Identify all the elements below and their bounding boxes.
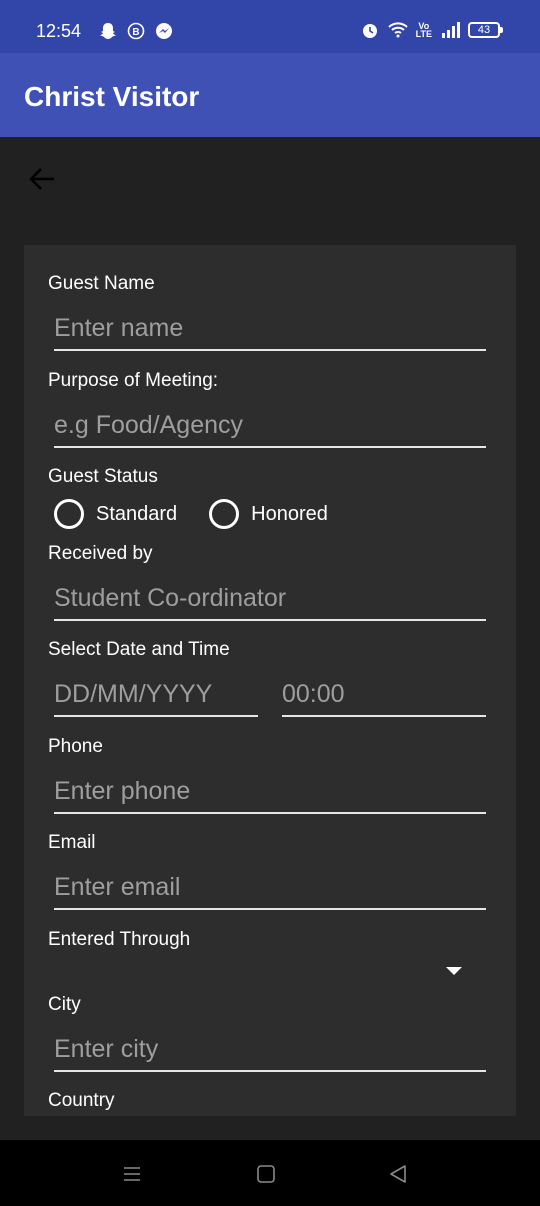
purpose-field[interactable] bbox=[54, 404, 486, 448]
time-input[interactable] bbox=[282, 673, 486, 715]
entered-through-dropdown[interactable] bbox=[54, 953, 486, 989]
back-nav-button[interactable] bbox=[384, 1160, 412, 1188]
purpose-input[interactable] bbox=[54, 404, 486, 446]
svg-text:B: B bbox=[132, 27, 139, 38]
back-button[interactable] bbox=[26, 163, 58, 195]
home-square-icon bbox=[257, 1165, 275, 1183]
main-content: Guest Name Purpose of Meeting: Guest Sta… bbox=[0, 137, 540, 1140]
purpose-label: Purpose of Meeting: bbox=[48, 370, 219, 391]
status-bar: 12:54 B Vo LTE 43 bbox=[0, 0, 540, 53]
received-by-input[interactable] bbox=[54, 577, 486, 619]
time-field[interactable] bbox=[282, 673, 486, 717]
back-triangle-icon bbox=[390, 1165, 406, 1183]
signal-icon bbox=[442, 22, 460, 38]
entered-through-label: Entered Through bbox=[48, 929, 191, 950]
date-field[interactable] bbox=[54, 673, 258, 717]
wifi-icon bbox=[387, 22, 408, 38]
app-bar: Christ Visitor bbox=[0, 53, 540, 137]
email-input[interactable] bbox=[54, 866, 486, 908]
city-label: City bbox=[48, 994, 81, 1015]
date-time-label: Select Date and Time bbox=[48, 639, 230, 660]
recents-button[interactable] bbox=[118, 1160, 146, 1188]
city-input[interactable] bbox=[54, 1028, 486, 1070]
system-icons: Vo LTE 43 bbox=[360, 20, 503, 40]
radio-circle-icon bbox=[209, 499, 240, 529]
b-badge-icon: B bbox=[127, 22, 145, 40]
radio-standard[interactable]: Standard bbox=[54, 499, 177, 529]
app-title: Christ Visitor bbox=[24, 81, 200, 112]
arrow-left-icon bbox=[29, 168, 54, 190]
date-input[interactable] bbox=[54, 673, 258, 715]
received-by-label: Received by bbox=[48, 543, 153, 564]
battery-icon: 43 bbox=[468, 22, 503, 38]
radio-circle-icon bbox=[54, 499, 84, 529]
guest-status-label: Guest Status bbox=[48, 466, 158, 487]
messenger-icon bbox=[156, 23, 172, 39]
guest-name-input[interactable] bbox=[54, 307, 486, 349]
city-field[interactable] bbox=[54, 1028, 486, 1072]
guest-name-label: Guest Name bbox=[48, 273, 155, 294]
phone-field[interactable] bbox=[54, 770, 486, 814]
radio-honored-label: Honored bbox=[251, 502, 328, 525]
radio-honored[interactable]: Honored bbox=[209, 499, 328, 529]
visitor-form: Guest Name Purpose of Meeting: Guest Sta… bbox=[24, 245, 516, 1116]
phone-input[interactable] bbox=[54, 770, 486, 812]
phone-label: Phone bbox=[48, 736, 103, 757]
snapchat-icon bbox=[100, 23, 116, 39]
notification-icons: B bbox=[98, 21, 174, 41]
guest-name-field[interactable] bbox=[54, 307, 486, 351]
home-button[interactable] bbox=[252, 1160, 280, 1188]
volte-label: Vo LTE bbox=[415, 21, 432, 39]
dropdown-arrow-icon bbox=[446, 967, 462, 975]
radio-standard-label: Standard bbox=[96, 502, 178, 525]
alarm-icon bbox=[362, 24, 377, 38]
menu-icon bbox=[124, 1167, 140, 1181]
received-by-field[interactable] bbox=[54, 577, 486, 621]
email-field[interactable] bbox=[54, 866, 486, 910]
country-label: Country bbox=[48, 1090, 115, 1111]
system-nav-bar bbox=[0, 1140, 540, 1206]
guest-status-radio-group: Standard Honored bbox=[54, 499, 360, 529]
status-time: 12:54 bbox=[36, 21, 82, 41]
email-label: Email bbox=[48, 832, 96, 853]
